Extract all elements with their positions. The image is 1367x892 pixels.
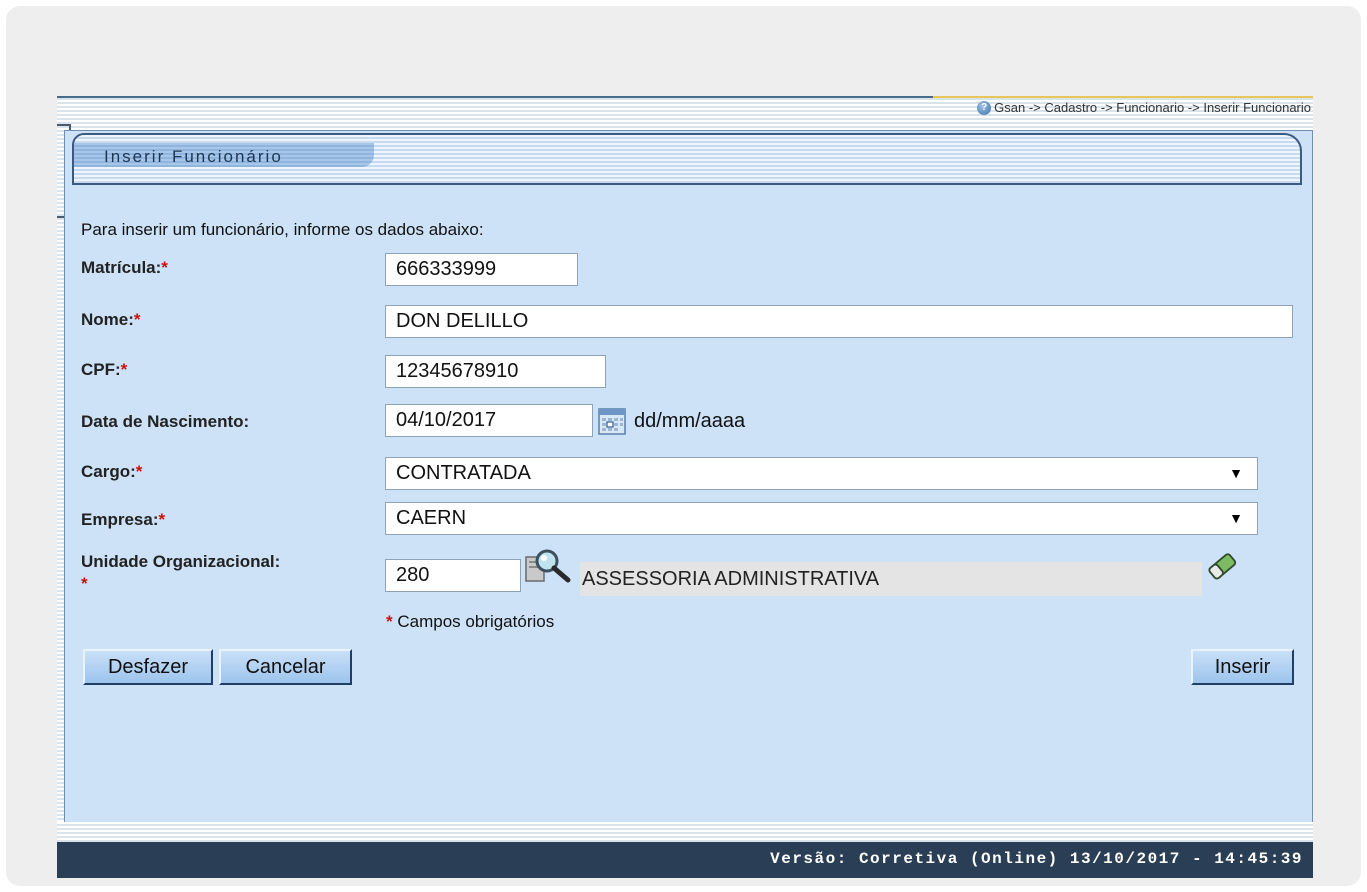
- cpf-input[interactable]: 12345678910: [385, 355, 606, 388]
- matricula-input[interactable]: 666333999: [385, 253, 578, 286]
- empresa-label-text: Empresa:: [81, 510, 159, 529]
- date-format-hint: dd/mm/aaaa: [634, 410, 746, 432]
- nascimento-input[interactable]: 04/10/2017: [385, 404, 593, 437]
- empresa-label: Empresa:*: [81, 510, 165, 530]
- empresa-selected-value: CAERN: [396, 507, 467, 529]
- page-title: Inserir Funcionário: [104, 147, 283, 166]
- calendar-icon[interactable]: [597, 406, 627, 436]
- cargo-select[interactable]: CONTRATADA ▼: [385, 457, 1258, 490]
- required-fields-note: * Campos obrigatórios: [386, 612, 554, 632]
- inserir-button[interactable]: Inserir: [1191, 649, 1294, 685]
- unidade-label: Unidade Organizacional: *: [81, 551, 280, 595]
- matricula-label: Matrícula:*: [81, 258, 168, 278]
- required-mark: *: [81, 574, 88, 593]
- required-mark: *: [120, 360, 128, 379]
- breadcrumb-accent: [933, 96, 1313, 98]
- desfazer-button[interactable]: Desfazer: [83, 649, 213, 685]
- cargo-selected-value: CONTRATADA: [396, 462, 531, 484]
- cpf-label: CPF:*: [81, 360, 127, 380]
- required-note-text: Campos obrigatórios: [397, 612, 555, 631]
- required-mark: *: [133, 310, 141, 329]
- required-mark: *: [161, 258, 168, 277]
- dropdown-arrow-icon: ▼: [1229, 465, 1243, 481]
- required-mark: *: [135, 462, 143, 481]
- magnifier-icon[interactable]: [524, 547, 576, 587]
- footer-bar: Versão: Corretiva (Online) 13/10/2017 - …: [57, 842, 1313, 878]
- nome-label: Nome:*: [81, 310, 141, 330]
- unidade-code-input[interactable]: 280: [385, 559, 521, 592]
- unidade-name-display: ASSESSORIA ADMINISTRATIVA: [580, 562, 1202, 596]
- bottom-stripes: [57, 822, 1313, 842]
- matricula-label-text: Matrícula:: [81, 258, 162, 277]
- nome-label-text: Nome:: [81, 310, 134, 329]
- nome-input[interactable]: DON DELILLO: [385, 305, 1293, 338]
- breadcrumb: ? Gsan -> Cadastro -> Funcionario -> Ins…: [977, 100, 1311, 115]
- eraser-icon[interactable]: [1206, 550, 1238, 582]
- form-instructions: Para inserir um funcionário, informe os …: [81, 220, 484, 239]
- panel-title-bar: Inserir Funcionário: [72, 133, 1302, 185]
- breadcrumb-bar: ? Gsan -> Cadastro -> Funcionario -> Ins…: [57, 96, 1313, 118]
- breadcrumb-text: Gsan -> Cadastro -> Funcionario -> Inser…: [994, 100, 1311, 115]
- version-info: Versão: Corretiva (Online) 13/10/2017 - …: [770, 850, 1303, 868]
- cargo-label: Cargo:*: [81, 462, 142, 482]
- required-mark: *: [158, 510, 166, 529]
- empresa-select[interactable]: CAERN ▼: [385, 502, 1258, 535]
- dropdown-arrow-icon: ▼: [1229, 510, 1243, 526]
- cancelar-button[interactable]: Cancelar: [219, 649, 352, 685]
- cargo-label-text: Cargo:: [81, 462, 136, 481]
- required-mark: *: [386, 612, 393, 631]
- nascimento-label: Data de Nascimento:: [81, 412, 250, 431]
- cpf-label-text: CPF:: [81, 360, 121, 379]
- help-icon[interactable]: ?: [977, 100, 992, 115]
- unidade-label-text: Unidade Organizacional:: [81, 552, 281, 571]
